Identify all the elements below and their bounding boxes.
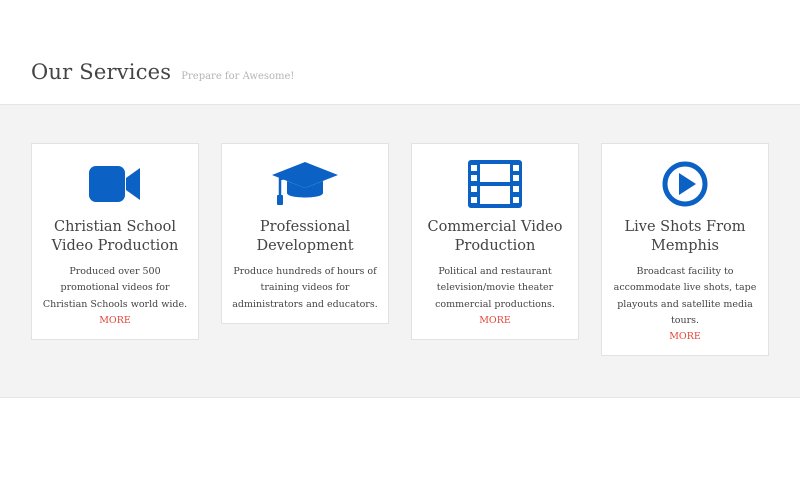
graduation-cap-icon (270, 160, 340, 208)
page-title: Our Services (31, 60, 172, 84)
service-description: Political and restaurant television/movi… (412, 264, 578, 329)
service-description: Produced over 500 promotional videos for… (32, 264, 198, 329)
play-circle-icon (650, 160, 720, 208)
service-card-live-shots: Live Shots From Memphis Broadcast facili… (601, 143, 769, 356)
service-title: Professional Development (256, 219, 354, 254)
video-camera-icon (80, 160, 150, 208)
more-link[interactable]: MORE (422, 313, 568, 329)
film-strip-icon (460, 160, 530, 208)
service-title: Christian School Video Production (51, 219, 179, 254)
page-subtitle: Prepare for Awesome! (181, 71, 295, 82)
service-card-christian-school: Christian School Video Production Produc… (31, 143, 199, 340)
service-card-commercial-video: Commercial Video Production Political an… (411, 143, 579, 340)
service-description: Broadcast facility to accommodate live s… (602, 264, 768, 345)
service-title: Commercial Video Production (427, 219, 563, 254)
more-link[interactable]: MORE (612, 329, 758, 345)
service-title: Live Shots From Memphis (624, 219, 746, 254)
service-description: Produce hundreds of hours of training vi… (232, 266, 378, 310)
more-link[interactable]: MORE (42, 313, 188, 329)
section-header: Our Services Prepare for Awesome! (31, 60, 294, 84)
service-card-professional-development: Professional Development Produce hundred… (221, 143, 389, 324)
